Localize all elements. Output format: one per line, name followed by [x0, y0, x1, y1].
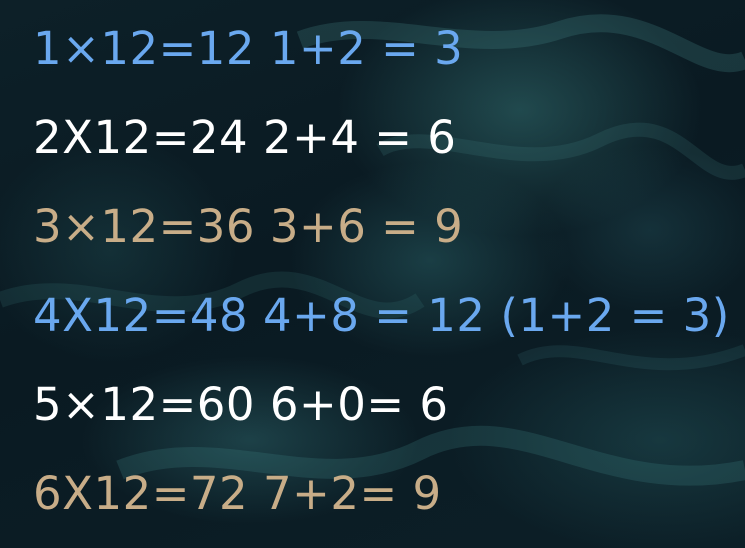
equation-line-4: 4X12=48 4+8 = 12 (1+2 = 3) — [33, 289, 730, 342]
equation-line-2: 2X12=24 2+4 = 6 — [33, 111, 457, 164]
equation-line-5: 5×12=60 6+0= 6 — [33, 378, 449, 431]
equation-list: 1×12=12 1+2 = 3 2X12=24 2+4 = 6 3×12=36 … — [33, 22, 745, 548]
equation-line-1: 1×12=12 1+2 = 3 — [33, 22, 464, 75]
slide-canvas: 1×12=12 1+2 = 3 2X12=24 2+4 = 6 3×12=36 … — [0, 0, 745, 548]
equation-line-3: 3×12=36 3+6 = 9 — [33, 200, 464, 253]
equation-line-6: 6X12=72 7+2= 9 — [33, 467, 442, 520]
